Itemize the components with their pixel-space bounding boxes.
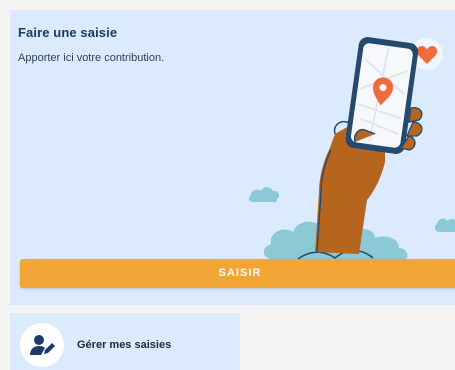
saisir-button[interactable]: SAISIR bbox=[20, 259, 455, 288]
card-subtitle: Apporter ici votre contribution. bbox=[18, 52, 165, 64]
hand-holding-phone-illustration bbox=[248, 37, 455, 261]
card-title: Faire une saisie bbox=[18, 25, 118, 40]
page: Faire une saisie Apporter ici votre cont… bbox=[0, 0, 455, 370]
gerer-mes-saisies-label: Gérer mes saisies bbox=[77, 339, 172, 351]
gerer-mes-saisies-card[interactable]: Gérer mes saisies bbox=[10, 313, 240, 370]
avatar bbox=[20, 323, 64, 367]
user-edit-icon bbox=[30, 335, 55, 355]
faire-une-saisie-card: Faire une saisie Apporter ici votre cont… bbox=[10, 10, 455, 305]
